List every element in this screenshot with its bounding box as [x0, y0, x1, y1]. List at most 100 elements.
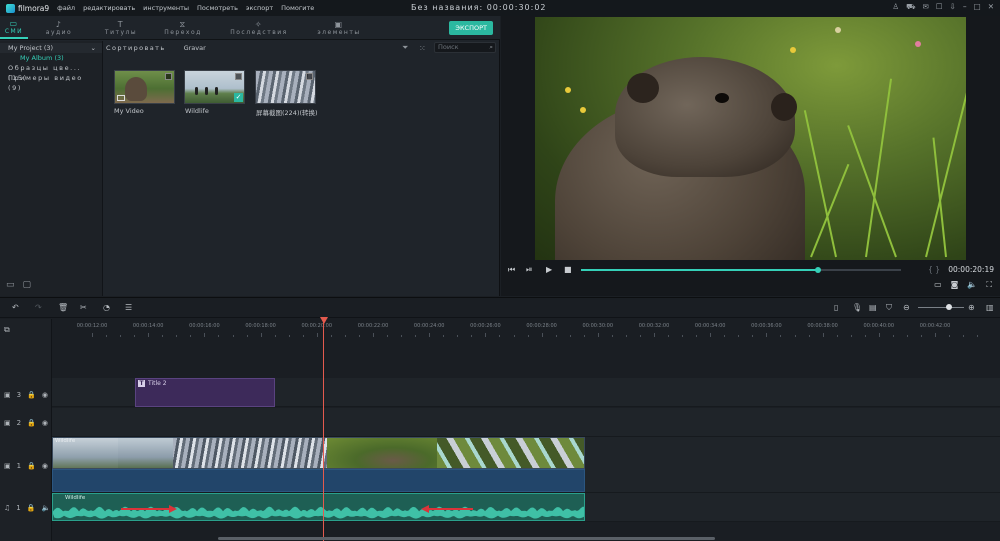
- ruler-tick-mark: [597, 333, 599, 337]
- sort-dropdown[interactable]: Сортировать: [106, 44, 166, 52]
- render-icon[interactable]: ▯: [834, 303, 838, 312]
- account-icon[interactable]: ♙: [892, 2, 899, 12]
- scene-flower: [835, 27, 841, 33]
- sidebar-item-sample-videos[interactable]: Примеры видео (9): [0, 73, 102, 92]
- maximize-icon[interactable]: □: [974, 2, 981, 12]
- new-folder-icon[interactable]: ▭: [6, 280, 15, 290]
- track-header-video-2: ▣ 2 🔒 ◉: [4, 419, 48, 427]
- search-icon[interactable]: ⌕: [489, 43, 493, 52]
- redo-icon[interactable]: ↷: [35, 303, 42, 312]
- eye-icon[interactable]: ◉: [42, 462, 48, 470]
- filter-icon[interactable]: ⏷: [402, 43, 408, 53]
- sidebar-item-my-album[interactable]: My Album (3): [0, 53, 102, 63]
- adjust-icon[interactable]: ☰: [125, 303, 132, 312]
- close-icon[interactable]: ✕: [988, 2, 994, 12]
- ruler-tick-label: 00:00:32:00: [638, 323, 670, 329]
- minimize-icon[interactable]: –: [963, 2, 967, 12]
- display-icon[interactable]: ▭: [934, 280, 942, 290]
- sidebar-item-my-project[interactable]: My Project (3) ⌄: [0, 43, 102, 53]
- ruler-tick-label: 00:00:12:00: [76, 323, 108, 329]
- ruler-tick-mark: [302, 335, 304, 337]
- download-icon[interactable]: ⇩: [950, 2, 956, 12]
- microphone-icon[interactable]: 🎙: [852, 303, 862, 312]
- ruler-tick-mark: [668, 335, 670, 337]
- ruler-tick-mark: [387, 335, 389, 337]
- track-lane-video-2[interactable]: [52, 408, 1000, 437]
- import-folder-icon[interactable]: ▢: [23, 280, 32, 290]
- media-item-caption: 屏幕截图(224)(转换): [256, 109, 318, 117]
- ruler-tick-mark: [822, 333, 824, 337]
- ruler-tick-mark: [625, 335, 627, 337]
- eye-icon[interactable]: ◉: [42, 419, 48, 427]
- delete-icon[interactable]: 🗑: [58, 303, 68, 312]
- speed-icon[interactable]: ◔: [103, 303, 110, 312]
- menu-tools[interactable]: инструменты: [143, 4, 189, 12]
- tab-elements[interactable]: ▣ элементы: [304, 16, 374, 39]
- media-item-wildlife[interactable]: ✓: [184, 70, 245, 104]
- play-icon[interactable]: ▶: [546, 265, 552, 274]
- sidebar-item-color-samples[interactable]: Образцы цве...(15): [0, 63, 102, 82]
- tab-effects[interactable]: ✧ Последствия: [214, 16, 304, 39]
- record-dropdown[interactable]: Gravar: [184, 44, 206, 52]
- media-item-screenshot[interactable]: [255, 70, 316, 104]
- cut-icon[interactable]: ✂: [80, 303, 87, 312]
- speaker-icon[interactable]: 🔈: [41, 504, 50, 512]
- sidebar-item-label: Примеры видео (9): [8, 74, 83, 92]
- menu-export[interactable]: экспорт: [246, 4, 273, 12]
- playhead[interactable]: [320, 317, 328, 541]
- zoom-slider[interactable]: [918, 304, 964, 310]
- more-icon[interactable]: ▥: [986, 303, 994, 312]
- add-marker-icon[interactable]: ⛉: [886, 303, 892, 313]
- lock-icon[interactable]: 🔒: [27, 504, 36, 512]
- zoom-handle[interactable]: [946, 304, 952, 310]
- cart-icon[interactable]: ⛟: [906, 2, 915, 12]
- video-clip[interactable]: Wildlife: [52, 437, 585, 493]
- grid-view-icon[interactable]: ⁙: [419, 44, 426, 53]
- timeline-scrollbar[interactable]: [218, 537, 715, 540]
- ruler-tick-mark: [836, 335, 838, 337]
- playhead-handle[interactable]: [320, 317, 328, 324]
- ruler-tick-mark: [260, 333, 262, 337]
- chevron-down-icon: ⌄: [90, 44, 96, 52]
- tab-titles[interactable]: T Титулы: [90, 16, 152, 39]
- playback-scrubber[interactable]: [581, 267, 901, 273]
- menu-help[interactable]: Помогите: [281, 4, 314, 12]
- add-track-icon[interactable]: ⧉: [4, 325, 10, 335]
- lock-icon[interactable]: 🔒: [27, 391, 36, 399]
- scrubber-handle[interactable]: [814, 267, 821, 273]
- media-item-my-video[interactable]: [114, 70, 175, 104]
- volume-icon[interactable]: 🔈: [967, 280, 977, 290]
- undo-icon[interactable]: ↶: [12, 303, 19, 312]
- skip-back-icon[interactable]: ⏮: [508, 265, 515, 275]
- eye-icon[interactable]: ◉: [42, 391, 48, 399]
- title-clip[interactable]: T Title 2: [135, 378, 275, 407]
- tab-transitions[interactable]: ⧖ Переход: [152, 16, 214, 39]
- audio-clip[interactable]: Wildlife: [52, 493, 585, 521]
- ruler-tick-mark: [429, 333, 431, 337]
- menu-view[interactable]: Посмотреть: [197, 4, 238, 12]
- lock-icon[interactable]: 🔒: [27, 462, 36, 470]
- stop-icon[interactable]: ■: [564, 265, 572, 274]
- ruler-tick-mark: [696, 335, 698, 337]
- ruler-tick-mark: [106, 335, 108, 337]
- gift-icon[interactable]: ✉: [923, 2, 929, 12]
- ruler-tick-mark: [415, 335, 417, 337]
- mark-in-out[interactable]: { }: [928, 265, 940, 274]
- tab-audio[interactable]: ♪ аудио: [28, 16, 90, 39]
- zoom-in-icon[interactable]: ⊕: [968, 303, 975, 312]
- menu-file[interactable]: файл: [57, 4, 75, 12]
- message-icon[interactable]: ☐: [936, 2, 943, 12]
- export-button[interactable]: ЭКСПОРТ: [449, 21, 493, 35]
- snapshot-icon[interactable]: ◙: [951, 280, 959, 290]
- clip-frame: [326, 438, 437, 468]
- zoom-out-icon[interactable]: ⊖: [903, 303, 910, 312]
- main-menu: файл редактировать инструменты Посмотрет…: [57, 4, 314, 12]
- timeline-ruler[interactable]: 00:00:12:00 00:00:14:00 00:00:16:00 00:00:1…: [52, 319, 1000, 337]
- tab-media[interactable]: ▭ СМИ: [0, 16, 28, 39]
- search-input[interactable]: Поиск ⌕: [434, 42, 496, 53]
- fullscreen-icon[interactable]: ⛶: [986, 280, 992, 290]
- frame-step-icon[interactable]: ⏯: [526, 265, 532, 275]
- menu-edit[interactable]: редактировать: [83, 4, 135, 12]
- lock-icon[interactable]: 🔒: [27, 419, 36, 427]
- voiceover-icon[interactable]: ▤: [869, 303, 877, 312]
